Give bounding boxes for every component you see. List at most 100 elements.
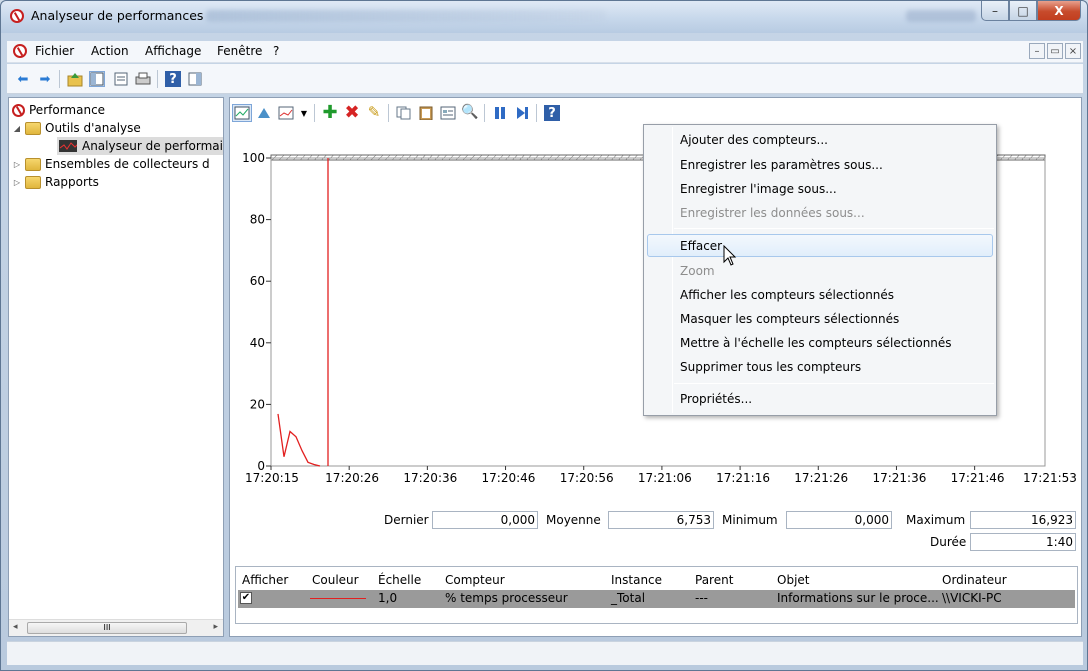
stat-max-label: Maximum <box>906 513 966 527</box>
arrow-left-icon[interactable]: ⬅ <box>15 71 31 87</box>
column-header-afficher[interactable]: Afficher <box>242 573 288 587</box>
plus-icon[interactable]: ✚ <box>322 102 338 123</box>
tree-label: Analyseur de performai <box>81 139 223 153</box>
menu-item-proprietes[interactable]: Propriétés... <box>680 392 752 406</box>
mdi-close-button[interactable]: × <box>1065 43 1081 59</box>
y-tick-label: 20 <box>250 397 265 411</box>
menu-fenetre[interactable]: Fenêtre <box>217 44 262 58</box>
context-menu: Ajouter des compteurs... Enregistrer les… <box>643 124 997 416</box>
menu-item-zoom[interactable]: Zoom <box>680 264 715 278</box>
title-blur-right <box>906 10 976 22</box>
properties-icon[interactable] <box>440 105 456 121</box>
series-line <box>277 413 321 467</box>
collapse-arrow-icon[interactable]: ▷ <box>12 160 22 169</box>
question-icon[interactable]: ? <box>165 71 181 87</box>
folder-icon <box>25 175 41 189</box>
menu-item-mettre-echelle[interactable]: Mettre à l'échelle les compteurs sélecti… <box>680 336 952 350</box>
tree-item-analyseur[interactable]: Analyseur de performai <box>57 137 223 155</box>
x-icon[interactable]: ✖ <box>344 102 360 123</box>
menu-action[interactable]: Action <box>91 44 129 58</box>
mdi-restore-button[interactable]: ▭ <box>1047 43 1063 59</box>
x-tick-label: 17:20:36 <box>403 471 457 485</box>
show-hide-tree-icon[interactable] <box>89 71 105 87</box>
mdi-minimize-button[interactable]: – <box>1029 43 1045 59</box>
highlight-pen-icon[interactable]: ✎ <box>366 103 382 121</box>
column-header-couleur[interactable]: Couleur <box>312 573 359 587</box>
mdi-controls: – ▭ × <box>1029 43 1081 59</box>
column-header-echelle[interactable]: Échelle <box>378 573 421 587</box>
question-icon[interactable]: ? <box>544 105 560 121</box>
column-header-ordinateur[interactable]: Ordinateur <box>942 573 1007 587</box>
y-tick-label: 80 <box>250 213 265 227</box>
menu-item-ajouter-compteurs[interactable]: Ajouter des compteurs... <box>680 133 828 147</box>
table-row[interactable]: ✔ 1,0 % temps processeur _Total --- Info… <box>238 590 1075 608</box>
x-tick-label: 17:20:15 <box>245 471 299 485</box>
chevron-down-icon[interactable]: ▼ <box>296 105 312 121</box>
tree-label: Ensembles de collecteurs d <box>45 157 210 171</box>
zoom-icon[interactable]: 🔍 <box>461 104 478 120</box>
scroll-thumb[interactable]: III <box>27 622 187 634</box>
cell-scale: 1,0 <box>378 591 398 605</box>
pause-icon[interactable] <box>492 105 508 121</box>
menu-item-enregistrer-parametres[interactable]: Enregistrer les paramètres sous... <box>680 158 883 172</box>
tree-item-ensembles[interactable]: ▷ Ensembles de collecteurs d <box>12 155 210 173</box>
folder-icon <box>25 121 41 135</box>
maximize-button[interactable]: □ <box>1009 1 1037 21</box>
menu-help[interactable]: ? <box>273 44 279 58</box>
menu-item-supprimer-compteurs[interactable]: Supprimer tous les compteurs <box>680 360 861 374</box>
minimize-button[interactable]: – <box>981 1 1009 21</box>
cell-instance: _Total <box>611 591 646 605</box>
view-histogram-icon[interactable] <box>256 105 272 121</box>
copy-icon[interactable] <box>396 105 412 121</box>
x-tick-label: 17:20:26 <box>325 471 379 485</box>
toolbar-separator <box>59 70 60 88</box>
menu-fichier[interactable]: Fichier <box>35 44 74 58</box>
close-button[interactable]: X <box>1037 1 1081 21</box>
paste-icon[interactable] <box>418 105 434 121</box>
column-header-compteur[interactable]: Compteur <box>445 573 505 587</box>
column-header-objet[interactable]: Objet <box>777 573 809 587</box>
collapse-arrow-icon[interactable]: ▷ <box>12 178 22 187</box>
properties-icon[interactable] <box>113 71 129 87</box>
arrow-right-icon[interactable]: ➡ <box>37 71 53 87</box>
column-header-parent[interactable]: Parent <box>695 573 733 587</box>
show-counter-checkbox[interactable]: ✔ <box>240 592 252 604</box>
menu-item-enregistrer-image[interactable]: Enregistrer l'image sous... <box>680 182 837 196</box>
up-folder-icon[interactable] <box>67 71 83 87</box>
status-bar <box>7 641 1083 665</box>
view-graph-icon[interactable] <box>232 104 252 122</box>
performance-icon <box>12 103 25 117</box>
tree-item-performance[interactable]: Performance <box>12 101 105 119</box>
tree-horizontal-scrollbar[interactable]: ◂ III ▸ <box>9 619 223 636</box>
app-window: Analyseur de performances – □ X Fichier … <box>0 0 1088 671</box>
print-icon[interactable] <box>135 71 151 87</box>
stat-min-value: 0,000 <box>786 511 892 529</box>
menu-item-enregistrer-donnees[interactable]: Enregistrer les données sous... <box>680 206 865 220</box>
toolbar-separator <box>484 104 485 122</box>
toolbar-separator <box>157 70 158 88</box>
menu-item-masquer-selectionnes[interactable]: Masquer les compteurs sélectionnés <box>680 312 899 326</box>
title-bar[interactable]: Analyseur de performances – □ X <box>1 1 1087 33</box>
tree-item-outils-analyse[interactable]: ◢ Outils d'analyse <box>12 119 141 137</box>
scroll-right-icon[interactable]: ▸ <box>213 622 218 632</box>
mmc-menu-icon[interactable] <box>13 44 27 58</box>
action-pane-icon[interactable] <box>187 71 203 87</box>
stat-max-value: 16,923 <box>970 511 1076 529</box>
tree-label: Performance <box>29 103 106 117</box>
scroll-left-icon[interactable]: ◂ <box>13 622 18 632</box>
tree-label: Rapports <box>45 175 99 189</box>
menu-item-effacer[interactable]: Effacer <box>680 239 722 253</box>
column-header-instance[interactable]: Instance <box>611 573 662 587</box>
main-toolbar: ⬅ ➡ ? <box>7 64 1083 94</box>
menu-item-afficher-selectionnes[interactable]: Afficher les compteurs sélectionnés <box>680 288 894 302</box>
cell-counter: % temps processeur <box>445 591 568 605</box>
stat-avg-label: Moyenne <box>546 513 601 527</box>
change-graph-type-icon[interactable] <box>278 105 294 121</box>
tree-item-rapports[interactable]: ▷ Rapports <box>12 173 99 191</box>
x-tick-label: 17:21:06 <box>638 471 692 485</box>
expand-arrow-icon[interactable]: ◢ <box>12 124 22 133</box>
menu-affichage[interactable]: Affichage <box>145 44 201 58</box>
step-icon[interactable] <box>514 105 530 121</box>
counter-legend-table: Afficher Couleur Échelle Compteur Instan… <box>235 566 1078 624</box>
stat-duration-label: Durée <box>930 535 967 549</box>
